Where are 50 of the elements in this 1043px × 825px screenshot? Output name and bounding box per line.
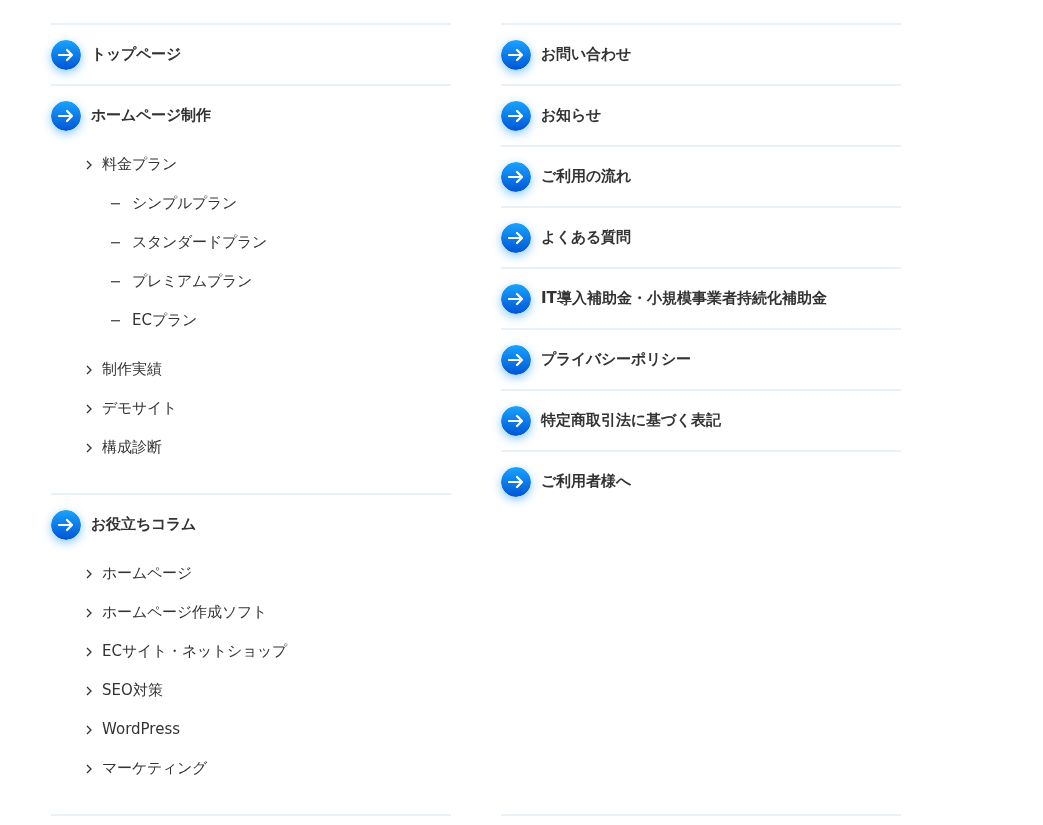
chevron-right-icon (86, 403, 92, 414)
subpage-link[interactable]: シンプルプラン (132, 192, 237, 215)
page-link[interactable]: 料金プラン (102, 153, 177, 176)
chevron-right-icon (86, 442, 92, 453)
chevron-right-icon (86, 724, 92, 735)
arrow-circle-icon (501, 405, 531, 436)
arrow-circle-icon (51, 39, 81, 70)
page-link[interactable]: ホームページ (102, 562, 192, 585)
page-link[interactable]: ホームページ作成ソフト (102, 601, 267, 624)
chevron-right-icon (86, 568, 92, 579)
arrow-circle-icon (51, 509, 81, 540)
section-link[interactable]: お役立ちコラム (91, 513, 196, 536)
dash-icon (111, 319, 120, 322)
section-link[interactable]: ご利用の流れ (541, 165, 631, 188)
arrow-circle-icon (501, 100, 531, 131)
chevron-right-icon (86, 159, 92, 170)
section-link[interactable]: お知らせ (541, 104, 601, 127)
page-link[interactable]: デモサイト (102, 397, 177, 420)
section-link[interactable]: トップページ (91, 43, 181, 66)
arrow-circle-icon (501, 39, 531, 70)
section-link[interactable]: IT導入補助金・小規模事業者持続化補助金 (541, 287, 827, 310)
dash-icon (111, 202, 120, 205)
arrow-circle-icon (501, 344, 531, 375)
dash-icon (111, 241, 120, 244)
arrow-circle-icon (501, 161, 531, 192)
arrow-circle-icon (501, 466, 531, 497)
subpage-link[interactable]: ECプラン (132, 309, 197, 332)
page-link[interactable]: WordPress (102, 718, 181, 741)
arrow-circle-icon (501, 283, 531, 314)
section-link[interactable]: よくある質問 (541, 226, 631, 249)
chevron-right-icon (86, 364, 92, 375)
section-link[interactable]: お問い合わせ (541, 43, 631, 66)
subpage-link[interactable]: スタンダードプラン (132, 231, 267, 254)
chevron-right-icon (86, 607, 92, 618)
page-link[interactable]: 制作実績 (102, 358, 162, 381)
arrow-circle-icon (501, 222, 531, 253)
dash-icon (111, 280, 120, 283)
page-link[interactable]: 構成診断 (102, 436, 162, 459)
section-link[interactable]: ホームページ制作 (91, 104, 211, 127)
section-link[interactable]: 特定商取引法に基づく表記 (541, 409, 721, 432)
page-link[interactable]: マーケティング (102, 757, 207, 780)
section-link[interactable]: ご利用者様へ (541, 470, 631, 493)
chevron-right-icon (86, 763, 92, 774)
arrow-circle-icon (51, 100, 81, 131)
page-link[interactable]: ECサイト・ネットショップ (102, 640, 287, 663)
page-link[interactable]: SEO対策 (102, 679, 163, 702)
chevron-right-icon (86, 646, 92, 657)
section-link[interactable]: プライバシーポリシー (541, 348, 691, 371)
chevron-right-icon (86, 685, 92, 696)
subpage-link[interactable]: プレミアムプラン (132, 270, 252, 293)
